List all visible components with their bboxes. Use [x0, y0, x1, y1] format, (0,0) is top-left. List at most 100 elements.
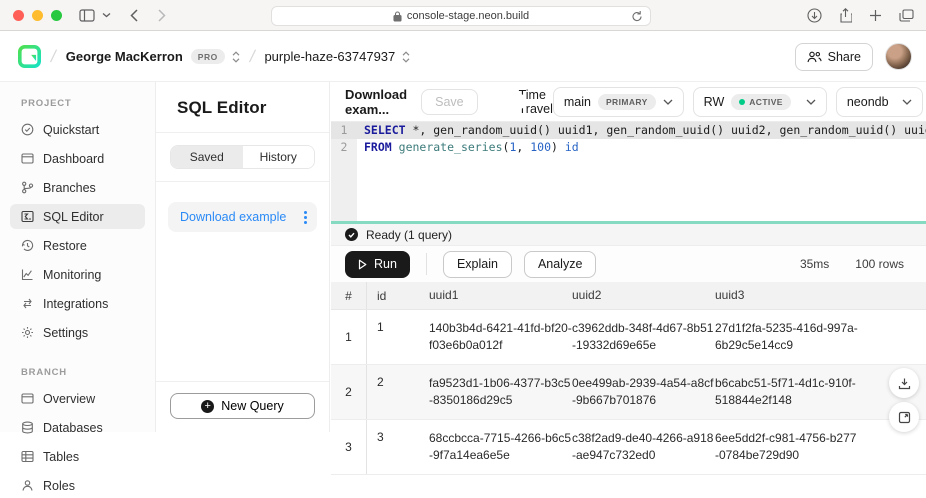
- minimize-window-button[interactable]: [32, 10, 43, 21]
- sidebar-item-label: Integrations: [43, 297, 108, 311]
- code-text: FROM generate_series(1, 100) id: [357, 139, 579, 156]
- neon-logo[interactable]: [18, 45, 41, 68]
- sidebar-chevron-icon[interactable]: [102, 12, 111, 18]
- branches-icon: [21, 181, 34, 194]
- cell-uuid1: 140b3b4d-6421-41fd-bf20-f03e6b0a012f: [429, 310, 572, 364]
- share-page-icon[interactable]: [839, 8, 852, 23]
- branch-dropdown[interactable]: main PRIMARY: [553, 87, 684, 117]
- saved-query-item[interactable]: Download example: [168, 202, 317, 232]
- zoom-window-button[interactable]: [51, 10, 62, 21]
- code-text: SELECT *, gen_random_uuid() uuid1, gen_r…: [357, 122, 926, 139]
- cell-id: 1: [367, 310, 429, 344]
- downloads-icon[interactable]: [807, 8, 822, 23]
- tab-saved[interactable]: Saved: [171, 146, 243, 168]
- sidebar-item-label: Restore: [43, 239, 87, 253]
- sidebar-item-integrations[interactable]: Integrations: [10, 291, 145, 316]
- tab-history[interactable]: History: [243, 146, 315, 168]
- sidebar-item-roles[interactable]: Roles: [10, 473, 145, 498]
- sidebar-item-databases[interactable]: Databases: [10, 415, 145, 440]
- sidebar-item-tables[interactable]: Tables: [10, 444, 145, 469]
- sidebar-item-branches[interactable]: Branches: [10, 175, 145, 200]
- col-header-index: #: [331, 282, 367, 309]
- address-bar[interactable]: console-stage.neon.build: [271, 6, 651, 26]
- run-label: Run: [374, 257, 397, 271]
- sidebar-item-label: Overview: [43, 392, 95, 406]
- reload-icon[interactable]: [631, 10, 643, 23]
- share-button[interactable]: Share: [795, 43, 873, 71]
- panel-divider: [156, 132, 329, 133]
- branch-value: main: [564, 95, 591, 109]
- org-breadcrumb[interactable]: George MacKerron: [66, 49, 183, 64]
- sidebar: PROJECT Quickstart Dashboard Branches SQ…: [0, 82, 155, 432]
- project-breadcrumb[interactable]: purple-haze-63747937: [264, 49, 395, 64]
- new-query-button[interactable]: + New Query: [170, 393, 315, 419]
- breadcrumb-separator-2: /: [248, 47, 257, 67]
- sidebar-item-sql-editor[interactable]: SQL Editor: [10, 204, 145, 229]
- table-row[interactable]: 3 3 68ccbcca-7715-4266-b6c5-9f7a14ea6e5e…: [331, 420, 926, 475]
- col-header-uuid3[interactable]: uuid3: [715, 287, 858, 304]
- cell-id: 3: [367, 420, 429, 454]
- save-button[interactable]: Save: [421, 89, 478, 115]
- tab-overview-icon[interactable]: [899, 9, 914, 22]
- user-avatar[interactable]: [885, 43, 912, 70]
- people-icon: [807, 51, 822, 63]
- line-number: 1: [331, 122, 357, 139]
- sidebar-item-label: Roles: [43, 479, 75, 493]
- code-line-1[interactable]: 1 SELECT *, gen_random_uuid() uuid1, gen…: [331, 122, 926, 139]
- expand-results-button[interactable]: [889, 402, 919, 432]
- row-index: 1: [331, 310, 367, 364]
- pro-badge: PRO: [191, 49, 225, 64]
- table-row[interactable]: 2 2 fa9523d1-1b06-4377-b3c5-8350186d29c5…: [331, 365, 926, 420]
- cell-uuid1: fa9523d1-1b06-4377-b3c5-8350186d29c5: [429, 365, 572, 419]
- sidebar-item-quickstart[interactable]: Quickstart: [10, 117, 145, 142]
- download-results-button[interactable]: [889, 368, 919, 398]
- breadcrumb-separator: /: [49, 47, 58, 67]
- actions-divider: [426, 253, 427, 275]
- sidebar-item-label: Databases: [43, 421, 103, 435]
- new-tab-icon[interactable]: [869, 9, 882, 22]
- sidebar-item-settings[interactable]: Settings: [10, 320, 145, 345]
- database-dropdown[interactable]: neondb: [836, 87, 923, 117]
- col-header-id[interactable]: id: [367, 289, 429, 303]
- monitoring-icon: [21, 268, 34, 281]
- saved-query-label: Download example: [180, 210, 286, 224]
- close-window-button[interactable]: [13, 10, 24, 21]
- cell-uuid2: c38f2ad9-de40-4266-a918-ae947c732ed0: [572, 420, 715, 474]
- play-icon: [358, 259, 367, 270]
- active-dot-icon: [739, 99, 745, 105]
- sidebar-item-restore[interactable]: Restore: [10, 233, 145, 258]
- row-index: 3: [331, 420, 367, 474]
- run-button[interactable]: Run: [345, 251, 410, 278]
- org-selector-icon[interactable]: [232, 51, 240, 63]
- table-row[interactable]: 1 1 140b3b4d-6421-41fd-bf20-f03e6b0a012f…: [331, 310, 926, 365]
- cell-uuid1: 68ccbcca-7715-4266-b6c5-9f7a14ea6e5e: [429, 420, 572, 474]
- chevron-down-icon: [663, 99, 673, 105]
- forward-button[interactable]: [158, 9, 166, 22]
- explain-button[interactable]: Explain: [443, 251, 512, 278]
- editor-toolbar: Download exam... Save Time Travel main P…: [331, 82, 926, 122]
- sidebar-item-monitoring[interactable]: Monitoring: [10, 262, 145, 287]
- compute-dropdown[interactable]: RW ACTIVE: [693, 87, 827, 117]
- window-controls[interactable]: [13, 10, 62, 21]
- new-query-label: New Query: [221, 399, 284, 413]
- new-query-container: + New Query: [156, 381, 329, 432]
- sidebar-item-label: Settings: [43, 326, 88, 340]
- app-header: / George MacKerron PRO / purple-haze-637…: [0, 32, 926, 82]
- project-selector-icon[interactable]: [402, 51, 410, 63]
- sidebar-item-dashboard[interactable]: Dashboard: [10, 146, 145, 171]
- chevron-down-icon: [902, 99, 912, 105]
- sidebar-item-label: Quickstart: [43, 123, 99, 137]
- duration-value: 35ms: [800, 257, 829, 271]
- code-editor[interactable]: 1 SELECT *, gen_random_uuid() uuid1, gen…: [331, 122, 926, 221]
- back-button[interactable]: [130, 9, 138, 22]
- col-header-uuid1[interactable]: uuid1: [429, 287, 572, 304]
- analyze-button[interactable]: Analyze: [524, 251, 596, 278]
- sidebar-toggle-icon[interactable]: [79, 9, 95, 22]
- row-count-value: 100 rows: [855, 257, 904, 271]
- sql-editor-main: Download exam... Save Time Travel main P…: [331, 82, 926, 432]
- code-line-2[interactable]: 2 FROM generate_series(1, 100) id: [331, 139, 926, 156]
- kebab-menu-icon[interactable]: [304, 211, 307, 224]
- saved-history-tabs: Saved History: [170, 145, 315, 169]
- sidebar-item-overview[interactable]: Overview: [10, 386, 145, 411]
- col-header-uuid2[interactable]: uuid2: [572, 287, 715, 304]
